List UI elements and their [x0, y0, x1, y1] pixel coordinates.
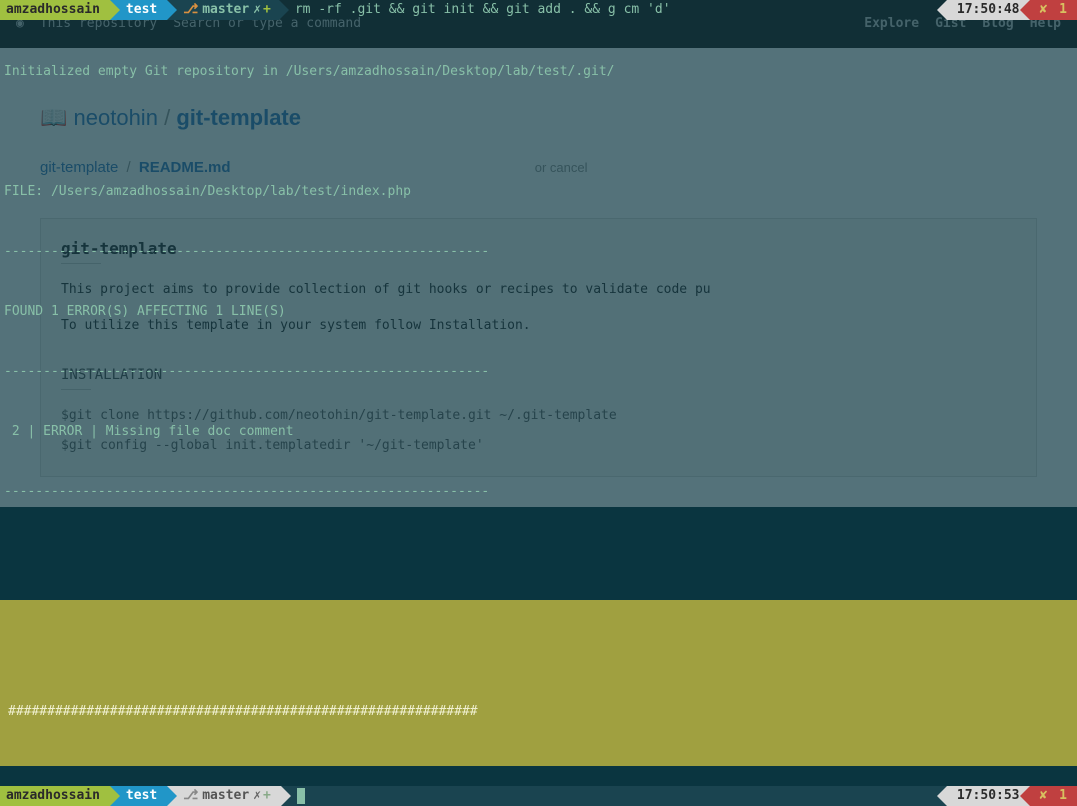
status-branch: ⎇ master ✗ +	[167, 0, 279, 20]
git-branch-icon: ⎇	[183, 0, 198, 20]
output-line: ----------------------------------------…	[4, 362, 1073, 382]
warning-block: ########################################…	[0, 600, 1077, 766]
command-text: rm -rf .git && git init && git add . && …	[279, 0, 671, 20]
branch-dirty-icon: ✗	[253, 0, 261, 20]
output-line	[4, 122, 1073, 142]
status-user: amzadhossain	[0, 0, 110, 20]
output-line: Initialized empty Git repository in /Use…	[4, 62, 1073, 82]
status-bar-top: amzadhossain test ⎇ master ✗ + rm -rf .g…	[0, 0, 1077, 20]
error-icon: ✘	[1040, 2, 1048, 17]
status-user: amzadhossain	[0, 786, 110, 806]
branch-plus-icon: +	[263, 0, 271, 20]
branch-name: master	[202, 786, 249, 806]
status-branch: ⎇ master ✗ +	[167, 786, 281, 806]
terminal-output[interactable]: Initialized empty Git repository in /Use…	[0, 20, 1077, 786]
branch-name: master	[202, 0, 249, 20]
hash-line: ########################################…	[8, 702, 1069, 722]
output-line: ----------------------------------------…	[4, 242, 1073, 262]
output-line: FOUND 1 ERROR(S) AFFECTING 1 LINE(S)	[4, 302, 1073, 322]
status-error: ✘ 1	[1030, 0, 1077, 20]
git-branch-icon: ⎇	[183, 786, 198, 806]
branch-dirty-icon: ✗	[253, 786, 261, 806]
output-line: 2 | ERROR | Missing file doc comment	[4, 422, 1073, 442]
status-error: ✘ 1	[1030, 786, 1077, 806]
status-bar-bottom: amzadhossain test ⎇ master ✗ + 17:50:53 …	[0, 786, 1077, 806]
output-line: FILE: /Users/amzadhossain/Desktop/lab/te…	[4, 182, 1073, 202]
error-icon: ✘	[1040, 788, 1048, 803]
output-line	[4, 542, 1073, 562]
status-time: 17:50:53	[947, 786, 1030, 806]
branch-plus-icon: +	[263, 786, 271, 806]
error-count: 1	[1059, 788, 1067, 803]
status-time: 17:50:48	[947, 0, 1030, 20]
error-count: 1	[1059, 2, 1067, 17]
output-line: ----------------------------------------…	[4, 482, 1073, 502]
